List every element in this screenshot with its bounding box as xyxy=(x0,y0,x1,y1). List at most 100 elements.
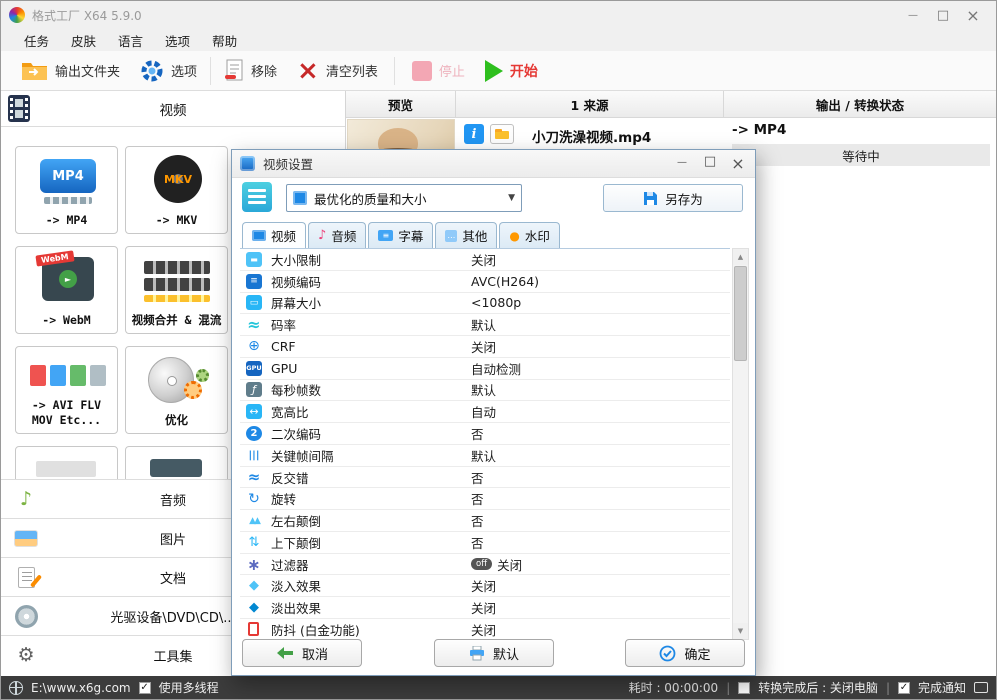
setting-row-fps[interactable]: 每秒帧数 默认 xyxy=(240,380,730,402)
setting-row-bitrate[interactable]: 码率 默认 xyxy=(240,314,730,337)
setting-row-screen-size[interactable]: 屏幕大小 <1080p xyxy=(240,293,730,315)
card-partial[interactable] xyxy=(15,446,118,479)
tab-label: 音频 xyxy=(331,229,357,244)
aspect-ratio-icon xyxy=(246,404,262,420)
default-label: 默认 xyxy=(492,647,519,663)
menu-help[interactable]: 帮助 xyxy=(201,29,248,52)
rotate-icon xyxy=(246,491,262,506)
scroll-up-icon[interactable] xyxy=(733,249,748,265)
output-folder-button[interactable]: 输出文件夹 xyxy=(11,56,130,85)
menu-skin[interactable]: 皮肤 xyxy=(60,29,107,52)
status-badge: 等待中 xyxy=(732,144,990,166)
card-webm[interactable]: WebM ► -> WebM xyxy=(15,246,118,334)
off-toggle-icon[interactable]: off xyxy=(471,558,493,571)
card-label: -> WebM xyxy=(42,312,91,327)
clear-list-button[interactable]: × 清空列表 xyxy=(287,57,388,85)
keyframe-icon xyxy=(246,448,262,463)
app-window: 格式工厂 X64 5.9.0 任务 皮肤 语言 选项 帮助 输出文件夹 选项 移… xyxy=(0,0,997,700)
setting-value: 关闭 xyxy=(471,339,497,355)
setting-row-fade-out[interactable]: 淡出效果 关闭 xyxy=(240,597,730,620)
card-video-join[interactable]: 视频合并 & 混流 xyxy=(125,246,228,334)
setting-row-flip-vertical[interactable]: 上下颠倒 否 xyxy=(240,532,730,554)
card-mp4[interactable]: MP4 -> MP4 xyxy=(15,146,118,234)
setting-row-size-limit[interactable]: 大小限制 关闭 xyxy=(240,249,730,271)
card-label: -> MKV xyxy=(155,212,198,227)
menu-options[interactable]: 选项 xyxy=(154,29,201,52)
multithread-checkbox[interactable] xyxy=(138,681,151,694)
setting-row-video-codec[interactable]: 视频编码 AVC(H264) xyxy=(240,271,730,293)
dialog-close-icon[interactable] xyxy=(729,154,747,173)
gpu-icon xyxy=(246,360,262,376)
menu-language[interactable]: 语言 xyxy=(107,29,154,52)
setting-row-gpu[interactable]: GPU 自动检测 xyxy=(240,358,730,380)
stop-button[interactable]: 停止 xyxy=(402,57,475,85)
notification-icon xyxy=(974,682,988,693)
dialog-icon xyxy=(240,156,255,171)
close-icon[interactable] xyxy=(958,2,988,28)
tab-audio[interactable]: 音频 xyxy=(308,222,367,248)
setting-row-deinterlace[interactable]: 反交错 否 xyxy=(240,467,730,489)
info-icon[interactable]: i xyxy=(464,124,484,144)
dialog-maximize-icon[interactable] xyxy=(701,154,719,173)
film-strip-icon xyxy=(144,278,210,291)
setting-row-rotate[interactable]: 旋转 否 xyxy=(240,488,730,511)
setting-row-two-pass[interactable]: 二次编码 否 xyxy=(240,423,730,445)
options-button[interactable]: 选项 xyxy=(130,55,207,87)
setting-row-keyframe-interval[interactable]: 关键帧间隔 默认 xyxy=(240,445,730,467)
quality-profile-dropdown[interactable]: 最优化的质量和大小 xyxy=(286,184,522,212)
notify-label: 完成通知 xyxy=(917,681,966,695)
picture-icon xyxy=(13,525,39,551)
clear-list-label: 清空列表 xyxy=(325,65,378,80)
dialog-titlebar[interactable]: 视频设置 xyxy=(232,150,755,178)
card-partial[interactable] xyxy=(125,446,228,479)
maximize-icon[interactable] xyxy=(928,2,958,28)
setting-name: 过滤器 xyxy=(271,557,309,573)
column-preview[interactable]: 预览 xyxy=(346,91,456,117)
column-output-state[interactable]: 输出 / 转换状态 xyxy=(724,91,996,117)
setting-value: 否 xyxy=(471,470,484,486)
tab-watermark[interactable]: 水印 xyxy=(499,222,560,248)
notify-checkbox[interactable] xyxy=(897,681,910,694)
fps-icon xyxy=(246,382,262,398)
card-avi-flv-mov[interactable]: -> AVI FLV MOV Etc... xyxy=(15,346,118,434)
cancel-button[interactable]: 取消 xyxy=(242,639,362,667)
column-source[interactable]: 1 来源 xyxy=(456,91,724,117)
setting-row-crf[interactable]: CRF 关闭 xyxy=(240,336,730,358)
multithread-label: 使用多线程 xyxy=(158,681,219,695)
setting-name: CRF xyxy=(271,338,296,354)
setting-row-stabilize[interactable]: 防抖 (白金功能) 关闭 xyxy=(240,619,730,640)
save-as-button[interactable]: 另存为 xyxy=(603,184,743,212)
setting-row-aspect-ratio[interactable]: 宽高比 自动 xyxy=(240,401,730,424)
titlebar: 格式工厂 X64 5.9.0 xyxy=(1,1,996,29)
setting-row-fade-in[interactable]: 淡入效果 关闭 xyxy=(240,575,730,598)
shutdown-after-checkbox[interactable] xyxy=(738,681,751,694)
setting-name: 每秒帧数 xyxy=(271,383,322,399)
scrollbar-thumb[interactable] xyxy=(734,266,747,361)
task-table-header: 预览 1 来源 输出 / 转换状态 xyxy=(346,91,996,118)
globe-icon xyxy=(9,680,23,695)
tab-other[interactable]: 其他 xyxy=(435,222,498,248)
dialog-minimize-icon[interactable] xyxy=(673,154,691,173)
settings-scrollbar[interactable] xyxy=(732,248,749,640)
video-section-header[interactable]: 视频 xyxy=(1,91,345,127)
tab-video[interactable]: 视频 xyxy=(242,222,307,248)
setting-row-filter[interactable]: 过滤器 off 关闭 xyxy=(240,554,730,576)
card-label: -> MP4 xyxy=(45,212,88,227)
menu-task[interactable]: 任务 xyxy=(13,29,60,52)
default-button[interactable]: 默认 xyxy=(434,639,554,667)
two-pass-icon xyxy=(246,426,262,441)
setting-value: 否 xyxy=(471,427,484,442)
card-mkv[interactable]: MKV -> MKV xyxy=(125,146,228,234)
start-button[interactable]: 开始 xyxy=(475,56,548,86)
tab-subtitle[interactable]: 字幕 xyxy=(368,222,434,248)
setting-row-flip-horizontal[interactable]: 左右颠倒 否 xyxy=(240,510,730,532)
card-optimize[interactable]: 优化 xyxy=(125,346,228,434)
open-folder-icon[interactable] xyxy=(490,124,514,144)
setting-value: <1080p xyxy=(471,295,522,311)
minimize-icon[interactable] xyxy=(898,2,928,28)
ok-button[interactable]: 确定 xyxy=(625,639,745,667)
remove-button[interactable]: 移除 xyxy=(214,55,287,87)
scroll-down-icon[interactable] xyxy=(733,623,748,639)
section-label: 工具集 xyxy=(153,649,193,665)
settings-table: 大小限制关闭 视频编码AVC(H264) 屏幕大小<1080p 码率默认 CRF… xyxy=(240,248,730,640)
